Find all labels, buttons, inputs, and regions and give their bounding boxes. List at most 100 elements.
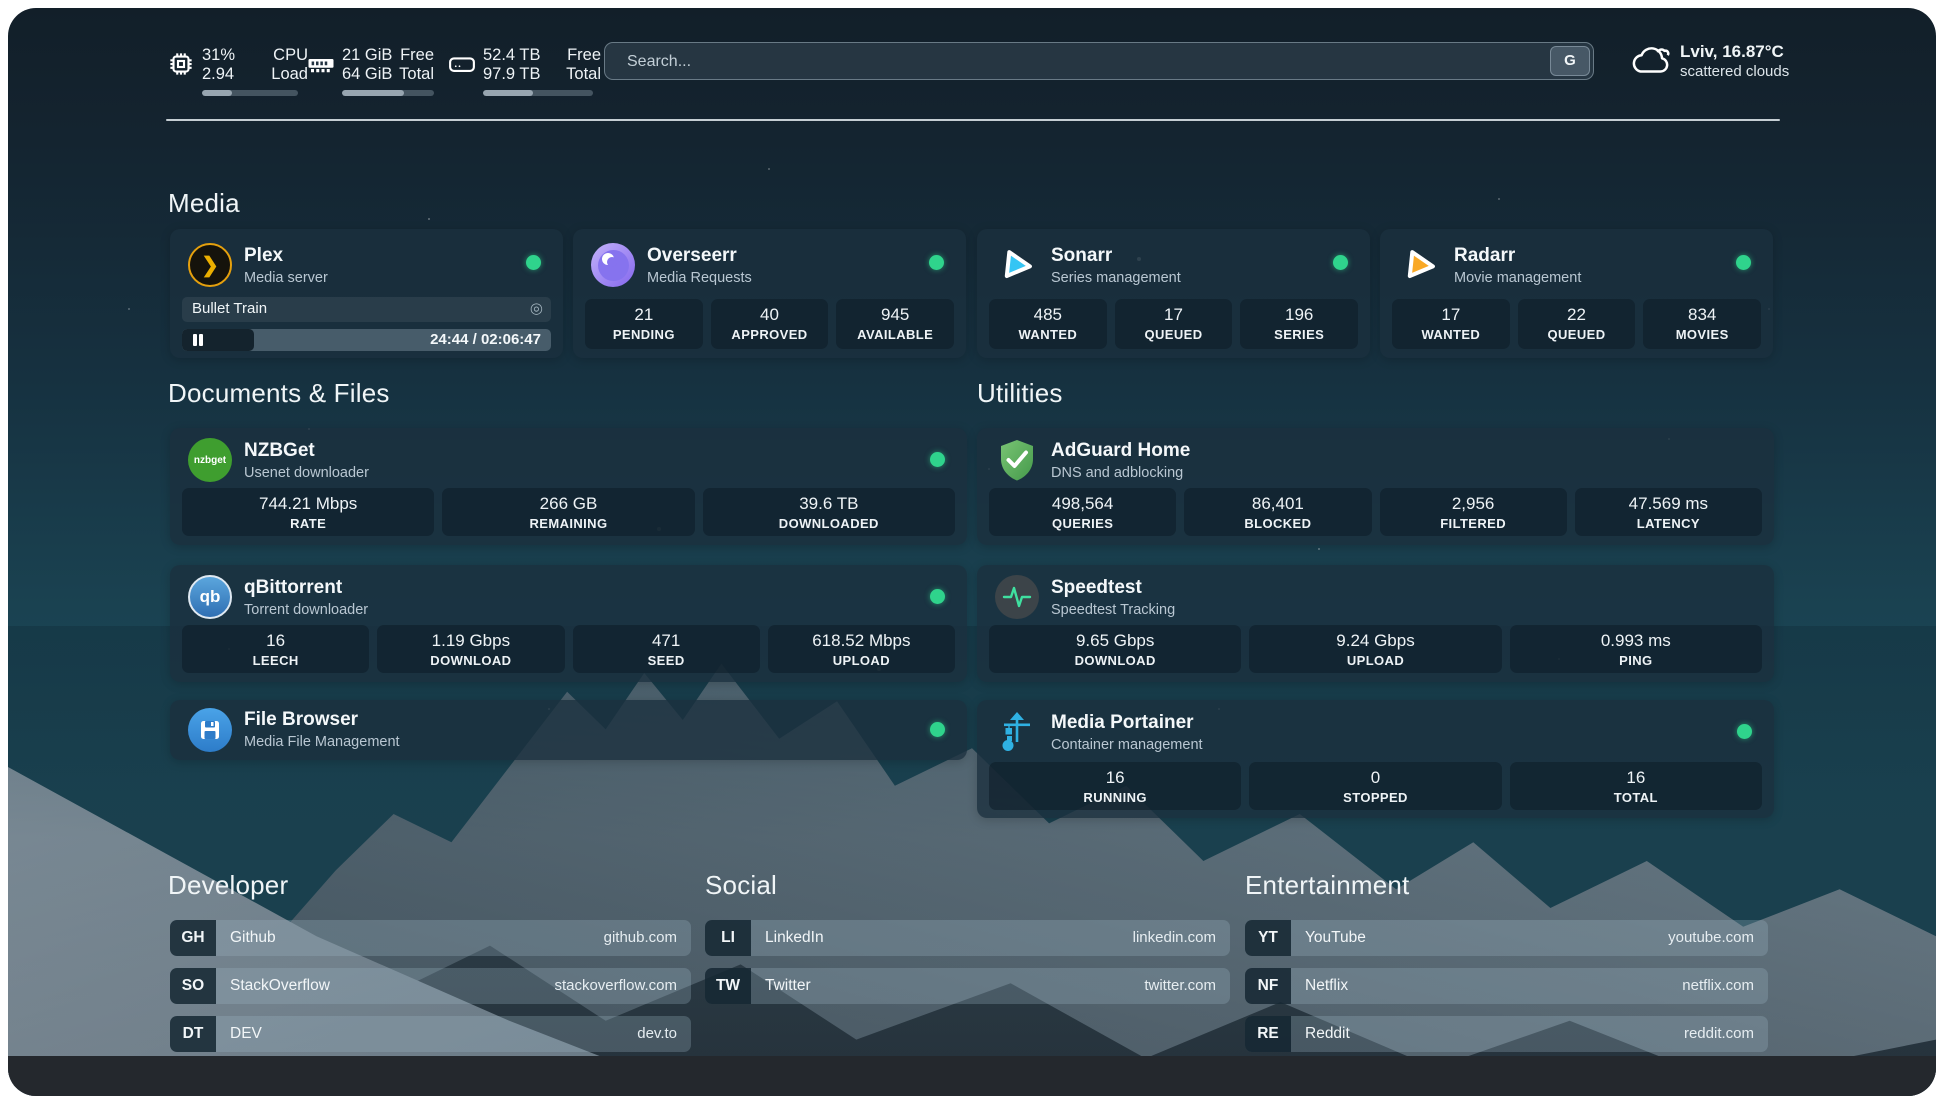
stat-value: 47.569 ms <box>1575 494 1762 514</box>
stat-tile: 618.52 MbpsUPLOAD <box>768 625 955 673</box>
plex-icon: ❯ <box>188 243 232 287</box>
app-card-radarr[interactable]: Radarr Movie management 17WANTED 22QUEUE… <box>1380 229 1773 358</box>
stat-value: 0 <box>1249 768 1501 788</box>
status-dot-online <box>929 255 944 270</box>
stat-label: BLOCKED <box>1184 516 1371 531</box>
ram-icon <box>306 49 336 79</box>
disk-free: 52.4 TB <box>483 46 553 65</box>
app-card-nzbget[interactable]: nzbget NZBGet Usenet downloader 744.21 M… <box>170 428 967 545</box>
app-card-overseerr[interactable]: Overseerr Media Requests 21PENDING 40APP… <box>573 229 966 358</box>
now-playing-ring-icon: ◎ <box>530 299 543 317</box>
snow-specks <box>8 8 10 10</box>
sonarr-icon <box>995 243 1039 287</box>
bookmark-abbr: LI <box>705 920 751 956</box>
app-title: qBittorrent <box>244 577 342 599</box>
stat-label: LEECH <box>182 653 369 668</box>
stat-tile: 2,956FILTERED <box>1380 488 1567 536</box>
app-card-portainer[interactable]: Media Portainer Container management 16R… <box>977 700 1774 818</box>
stat-value: 86,401 <box>1184 494 1371 514</box>
pause-icon[interactable] <box>191 334 205 346</box>
section-heading-social: Social <box>705 870 777 901</box>
bookmark-name: Reddit <box>1305 1016 1350 1052</box>
bookmark-abbr: DT <box>170 1016 216 1052</box>
stat-tile: 834MOVIES <box>1643 299 1761 349</box>
stat-tile: 196SERIES <box>1240 299 1358 349</box>
memory-free-label: Free <box>384 46 434 65</box>
bookmark-stackoverflow[interactable]: SO StackOverflow stackoverflow.com <box>170 968 691 1004</box>
bookmark-url: netflix.com <box>1682 968 1754 1004</box>
stat-label: SERIES <box>1240 327 1358 342</box>
now-playing-title: Bullet Train <box>192 300 267 317</box>
bookmark-url: stackoverflow.com <box>554 968 677 1004</box>
bookmark-abbr: NF <box>1245 968 1291 1004</box>
stat-tile: 16TOTAL <box>1510 762 1762 810</box>
bookmark-linkedin[interactable]: LI LinkedIn linkedin.com <box>705 920 1230 956</box>
stat-value: 744.21 Mbps <box>182 494 434 514</box>
app-card-plex[interactable]: ❯ Plex Media server Bullet Train ◎ 24:44… <box>170 229 563 358</box>
app-subtitle: Usenet downloader <box>244 465 369 481</box>
stat-label: DOWNLOAD <box>377 653 564 668</box>
app-subtitle: Movie management <box>1454 270 1581 286</box>
app-card-qbittorrent[interactable]: qb qBittorrent Torrent downloader 16LEEC… <box>170 565 967 682</box>
stat-value: 2,956 <box>1380 494 1567 514</box>
filebrowser-icon <box>188 708 232 752</box>
bookmark-name: YouTube <box>1305 920 1366 956</box>
cpu-progress-fill <box>202 90 232 96</box>
stat-value: 0.993 ms <box>1510 631 1762 651</box>
status-dot-online <box>1333 255 1348 270</box>
stat-tile: 0STOPPED <box>1249 762 1501 810</box>
bookmark-url: github.com <box>604 920 677 956</box>
search-bar: G <box>604 42 1594 80</box>
bookmark-reddit[interactable]: RE Reddit reddit.com <box>1245 1016 1768 1052</box>
stat-label: QUEUED <box>1115 327 1233 342</box>
app-subtitle: DNS and adblocking <box>1051 465 1183 481</box>
weather-location-temp: Lviv, 16.87°C <box>1680 41 1789 62</box>
stat-tile: 17QUEUED <box>1115 299 1233 349</box>
stat-label: WANTED <box>989 327 1107 342</box>
stat-label: APPROVED <box>711 327 829 342</box>
search-engine-button[interactable]: G <box>1550 46 1590 76</box>
app-title: Media Portainer <box>1051 712 1194 734</box>
stat-value: 17 <box>1392 305 1510 325</box>
bookmark-youtube[interactable]: YT YouTube youtube.com <box>1245 920 1768 956</box>
stat-value: 485 <box>989 305 1107 325</box>
bookmark-abbr: GH <box>170 920 216 956</box>
app-subtitle: Series management <box>1051 270 1181 286</box>
app-card-filebrowser[interactable]: File Browser Media File Management <box>170 700 967 760</box>
stat-tile: 485 WANTED <box>989 299 1107 349</box>
search-input[interactable] <box>625 43 1489 81</box>
disk-free-label: Free <box>551 46 601 65</box>
stat-tile: 498,564QUERIES <box>989 488 1176 536</box>
stat-label: QUEUED <box>1518 327 1636 342</box>
app-title: Speedtest <box>1051 577 1142 599</box>
app-card-adguard[interactable]: AdGuard Home DNS and adblocking 498,564Q… <box>977 428 1774 545</box>
app-card-sonarr[interactable]: Sonarr Series management 485WANTED 17QUE… <box>977 229 1370 358</box>
overseerr-icon <box>591 243 635 287</box>
bookmark-abbr: YT <box>1245 920 1291 956</box>
radarr-icon <box>1398 243 1442 287</box>
bookmark-netflix[interactable]: NF Netflix netflix.com <box>1245 968 1768 1004</box>
playback-progress-bar[interactable]: 24:44 / 02:06:47 <box>182 329 551 351</box>
disk-total: 97.9 TB <box>483 65 553 84</box>
weather-condition: scattered clouds <box>1680 62 1789 81</box>
cloud-icon <box>1628 43 1674 77</box>
bookmark-name: LinkedIn <box>765 920 824 956</box>
stat-label: DOWNLOADED <box>703 516 955 531</box>
bookmark-name: Netflix <box>1305 968 1348 1004</box>
stat-label: QUERIES <box>989 516 1176 531</box>
stat-tile: 21PENDING <box>585 299 703 349</box>
disk-progress-bar <box>483 90 593 96</box>
bookmark-github[interactable]: GH Github github.com <box>170 920 691 956</box>
header-divider <box>166 119 1780 121</box>
stat-value: 471 <box>573 631 760 651</box>
section-heading-documents: Documents & Files <box>168 378 390 409</box>
bookmark-name: Github <box>230 920 276 956</box>
bookmark-dev[interactable]: DT DEV dev.to <box>170 1016 691 1052</box>
stat-value: 834 <box>1643 305 1761 325</box>
stat-value: 16 <box>182 631 369 651</box>
stat-tile: 16RUNNING <box>989 762 1241 810</box>
app-title: Plex <box>244 245 283 267</box>
stat-label: RUNNING <box>989 790 1241 805</box>
bookmark-twitter[interactable]: TW Twitter twitter.com <box>705 968 1230 1004</box>
app-card-speedtest[interactable]: Speedtest Speedtest Tracking 9.65 GbpsDO… <box>977 565 1774 682</box>
